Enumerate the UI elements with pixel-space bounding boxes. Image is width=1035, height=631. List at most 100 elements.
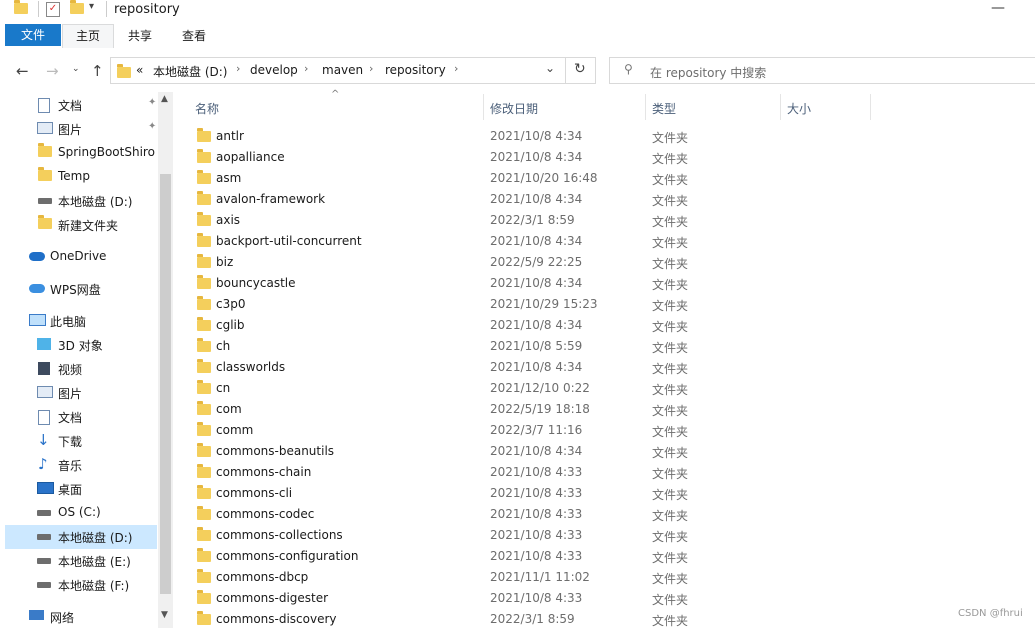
breadcrumb-drive-d[interactable]: 本地磁盘 (D:) [153, 63, 227, 80]
sidebar-item-downloads[interactable]: ↓ 下载 [5, 429, 157, 453]
recent-locations-chevron-icon[interactable]: ⌄ [72, 64, 80, 74]
column-divider[interactable] [483, 94, 484, 120]
drive-icon [37, 554, 51, 564]
file-row[interactable]: bouncycastle 2021/10/8 4:34 文件夹 [173, 274, 1035, 295]
file-row[interactable]: asm 2021/10/20 16:48 文件夹 [173, 169, 1035, 190]
sidebar-item-drive-f[interactable]: 本地磁盘 (F:) [5, 573, 157, 597]
file-row[interactable]: backport-util-concurrent 2021/10/8 4:34 文件… [173, 232, 1035, 253]
sidebar-scrollbar-thumb[interactable] [160, 174, 171, 594]
sidebar-item-drive-d[interactable]: 本地磁盘 (D:) [5, 525, 157, 549]
sidebar-item-drive-e[interactable]: 本地磁盘 (E:) [5, 549, 157, 573]
file-type: 文件夹 [652, 551, 689, 565]
file-date: 2022/3/7 11:16 [490, 423, 583, 437]
tab-share[interactable]: 共享 [118, 26, 162, 46]
file-row[interactable]: aopalliance 2021/10/8 4:34 文件夹 [173, 148, 1035, 169]
document-icon [38, 98, 50, 113]
file-date: 2021/10/8 4:34 [490, 318, 583, 332]
breadcrumb-maven[interactable]: maven [322, 63, 363, 77]
file-row[interactable]: avalon-framework 2021/10/8 4:34 文件夹 [173, 190, 1035, 211]
column-header-size[interactable]: 大小 [787, 100, 811, 117]
file-row[interactable]: commons-collections 2021/10/8 4:33 文件夹 [173, 526, 1035, 547]
search-input[interactable]: 在 repository 中搜索 [650, 64, 766, 81]
tab-home[interactable]: 主页 [62, 24, 114, 48]
drive-icon [37, 506, 51, 516]
column-divider[interactable] [780, 94, 781, 120]
file-row[interactable]: classworlds 2021/10/8 4:34 文件夹 [173, 358, 1035, 379]
sidebar-item-new-folder[interactable]: 新建文件夹 [5, 213, 157, 237]
file-row[interactable]: antlr 2021/10/8 4:34 文件夹 [173, 127, 1035, 148]
sidebar-item-drive-d-quick[interactable]: 本地磁盘 (D:) [5, 189, 157, 213]
file-type: 文件夹 [652, 131, 689, 145]
column-header-type[interactable]: 类型 [652, 100, 676, 117]
column-divider[interactable] [870, 94, 871, 120]
sidebar-item-network[interactable]: 网络 [5, 605, 157, 629]
sidebar-item-onedrive[interactable]: OneDrive [5, 245, 157, 269]
breadcrumb-develop[interactable]: develop [250, 63, 298, 77]
file-row[interactable]: c3p0 2021/10/29 15:23 文件夹 [173, 295, 1035, 316]
file-row[interactable]: commons-digester 2021/10/8 4:33 文件夹 [173, 589, 1035, 610]
sidebar-item-desktop[interactable]: 桌面 [5, 477, 157, 501]
scroll-up-icon[interactable]: ▲ [161, 94, 168, 104]
pin-icon[interactable]: ✦ [148, 97, 156, 108]
file-row[interactable]: comm 2022/3/7 11:16 文件夹 [173, 421, 1035, 442]
chevron-right-icon[interactable]: › [236, 62, 240, 75]
folder-icon [117, 64, 131, 78]
breadcrumb-repository[interactable]: repository [385, 63, 446, 77]
file-row[interactable]: biz 2022/5/9 22:25 文件夹 [173, 253, 1035, 274]
minimize-button[interactable]: — [991, 0, 1005, 16]
file-row[interactable]: commons-chain 2021/10/8 4:33 文件夹 [173, 463, 1035, 484]
properties-icon[interactable]: ✓ [46, 2, 60, 17]
file-type: 文件夹 [652, 236, 689, 250]
column-divider[interactable] [645, 94, 646, 120]
tab-file[interactable]: 文件 [5, 24, 61, 46]
file-row[interactable]: commons-configuration 2021/10/8 4:33 文件夹 [173, 547, 1035, 568]
cloud-icon [29, 252, 45, 261]
column-header-date[interactable]: 修改日期 [490, 100, 538, 117]
sidebar-item-pictures[interactable]: 图片 ✦ [5, 117, 157, 141]
address-history-dropdown-icon[interactable]: ⌄ [545, 61, 555, 75]
address-bar[interactable]: « 本地磁盘 (D:) › develop › maven › reposito… [110, 57, 596, 84]
sidebar-item-videos[interactable]: 视频 [5, 357, 157, 381]
folder-icon [197, 275, 211, 289]
sidebar-item-temp[interactable]: Temp [5, 165, 157, 189]
column-header-name[interactable]: 名称 [195, 100, 219, 117]
file-row[interactable]: axis 2022/3/1 8:59 文件夹 [173, 211, 1035, 232]
scroll-down-icon[interactable]: ▼ [161, 610, 168, 620]
file-row[interactable]: commons-dbcp 2021/11/1 11:02 文件夹 [173, 568, 1035, 589]
sidebar-item-3d-objects[interactable]: 3D 对象 [5, 333, 157, 357]
sidebar-item-wps-drive[interactable]: WPS网盘 [5, 277, 157, 301]
refresh-icon[interactable]: ↻ [574, 61, 586, 77]
file-row[interactable]: commons-codec 2021/10/8 4:33 文件夹 [173, 505, 1035, 526]
sidebar-item-springbootshiro[interactable]: SpringBootShiro [5, 141, 157, 165]
chevron-right-icon[interactable]: › [369, 62, 373, 75]
sidebar-item-pictures-pc[interactable]: 图片 [5, 381, 157, 405]
forward-arrow-icon[interactable]: → [46, 62, 59, 80]
pin-icon[interactable]: ✦ [148, 121, 156, 132]
network-icon [29, 610, 44, 620]
up-arrow-icon[interactable]: ↑ [91, 62, 104, 80]
file-row[interactable]: cglib 2021/10/8 4:34 文件夹 [173, 316, 1035, 337]
breadcrumb-overflow[interactable]: « [136, 63, 143, 77]
sidebar-item-drive-c[interactable]: OS (C:) [5, 501, 157, 525]
title-bar: ✓ ▾ repository — [0, 0, 1035, 22]
file-row[interactable]: cn 2021/12/10 0:22 文件夹 [173, 379, 1035, 400]
tab-view[interactable]: 查看 [172, 26, 216, 46]
chevron-right-icon[interactable]: › [304, 62, 308, 75]
sidebar-item-documents-pc[interactable]: 文档 [5, 405, 157, 429]
file-name: commons-codec [216, 507, 315, 521]
sidebar-item-label: Temp [58, 169, 90, 183]
new-folder-icon[interactable] [70, 0, 84, 14]
file-row[interactable]: commons-beanutils 2021/10/8 4:34 文件夹 [173, 442, 1035, 463]
quick-access-dropdown-icon[interactable]: ▾ [89, 1, 94, 12]
file-row[interactable]: ch 2021/10/8 5:59 文件夹 [173, 337, 1035, 358]
folder-icon [38, 215, 52, 229]
search-box[interactable]: ⚲ 在 repository 中搜索 [609, 57, 1035, 84]
chevron-right-icon[interactable]: › [454, 62, 458, 75]
sidebar-item-this-pc[interactable]: 此电脑 [5, 309, 157, 333]
sidebar-item-documents[interactable]: 文档 ✦ [5, 93, 157, 117]
back-arrow-icon[interactable]: ← [16, 62, 29, 80]
file-row[interactable]: commons-cli 2021/10/8 4:33 文件夹 [173, 484, 1035, 505]
file-row[interactable]: com 2022/5/19 18:18 文件夹 [173, 400, 1035, 421]
search-icon: ⚲ [624, 62, 633, 76]
sidebar-item-music[interactable]: ♪ 音乐 [5, 453, 157, 477]
